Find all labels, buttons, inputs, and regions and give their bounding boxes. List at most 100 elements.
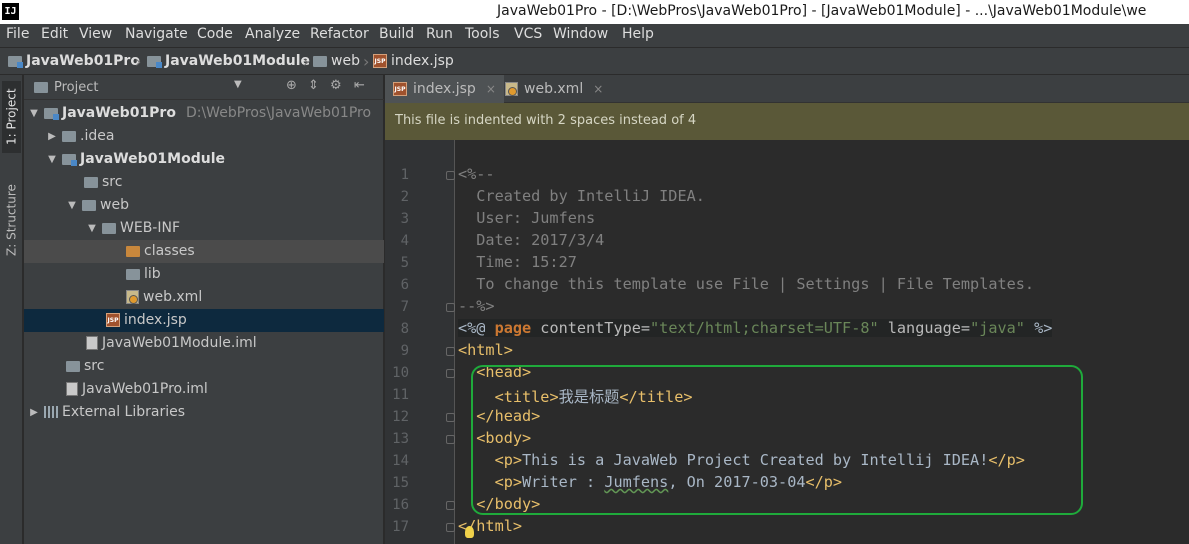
code-line-9: <html> xyxy=(458,341,513,359)
code-line-7: --%> xyxy=(458,297,495,315)
expanded-arrow-icon[interactable]: ▼ xyxy=(86,223,98,234)
tree-item-web[interactable]: ▼ web xyxy=(24,194,384,217)
menu-file[interactable]: File xyxy=(6,26,29,42)
menu-navigate[interactable]: Navigate xyxy=(125,26,188,42)
library-icon xyxy=(44,406,58,418)
menu-refactor[interactable]: Refactor xyxy=(310,26,369,42)
collapse-icon[interactable]: ⇕ xyxy=(308,78,319,93)
breadcrumb-file[interactable]: JSP index.jsp xyxy=(373,53,454,69)
xml-file-icon xyxy=(505,82,518,96)
fold-marker-icon[interactable] xyxy=(446,303,455,312)
folder-icon xyxy=(102,222,116,234)
fold-marker-icon[interactable] xyxy=(446,501,455,510)
breadcrumb-web[interactable]: web xyxy=(313,53,360,69)
collapsed-arrow-icon[interactable]: ▶ xyxy=(28,407,40,418)
line-number: 14 xyxy=(392,453,409,469)
tree-item-module-iml[interactable]: JavaWeb01Module.iml xyxy=(24,332,384,355)
jsp-file-icon: JSP xyxy=(106,313,120,327)
project-folder-icon xyxy=(8,55,23,68)
chevron-down-icon[interactable]: ▼ xyxy=(234,79,242,90)
code-line-4: Date: 2017/3/4 xyxy=(458,231,605,249)
menu-code[interactable]: Code xyxy=(197,26,233,42)
tab-web-xml[interactable]: web.xml × xyxy=(497,75,611,103)
tab-index-jsp[interactable]: JSP index.jsp × xyxy=(385,75,504,103)
fold-marker-icon[interactable] xyxy=(446,347,455,356)
project-panel: Project ▼ ⊕ ⇕ ⚙ ⇤ ▼ JavaWeb01Pro D:\WebP… xyxy=(24,75,384,544)
tree-item-lib[interactable]: lib xyxy=(24,263,384,286)
expanded-arrow-icon[interactable]: ▼ xyxy=(46,154,58,165)
iml-file-icon xyxy=(86,336,98,350)
tree-item-idea[interactable]: ▶ .idea xyxy=(24,125,384,148)
tool-tab-project[interactable]: 1: Project xyxy=(2,81,21,153)
menu-build[interactable]: Build xyxy=(379,26,414,42)
lightbulb-icon[interactable] xyxy=(465,526,474,538)
hide-icon[interactable]: ⇤ xyxy=(354,78,365,93)
iml-file-icon xyxy=(66,382,78,396)
fold-marker-icon[interactable] xyxy=(446,171,455,180)
code-line-1: <%-- xyxy=(458,165,495,183)
module-folder-icon xyxy=(147,55,162,68)
line-number: 17 xyxy=(392,519,409,535)
tree-item-project-iml[interactable]: JavaWeb01Pro.iml xyxy=(24,378,384,401)
menu-analyze[interactable]: Analyze xyxy=(245,26,300,42)
project-view-selector[interactable]: Project xyxy=(34,80,98,95)
expanded-arrow-icon[interactable]: ▼ xyxy=(28,108,40,119)
tree-item-index-jsp[interactable]: JSP index.jsp xyxy=(24,309,384,332)
window-title-bar: IJ JavaWeb01Pro - [D:\WebPros\JavaWeb01P… xyxy=(0,0,1189,24)
window-title: JavaWeb01Pro - [D:\WebPros\JavaWeb01Pro]… xyxy=(497,3,1147,19)
tree-item-web-inf[interactable]: ▼ WEB-INF xyxy=(24,217,384,240)
breadcrumb-project[interactable]: JavaWeb01Pro xyxy=(8,53,140,69)
line-number: 11 xyxy=(392,387,409,403)
code-line-2: Created by IntelliJ IDEA. xyxy=(458,187,705,205)
menu-vcs[interactable]: VCS xyxy=(514,26,542,42)
menu-bar: File Edit View Navigate Code Analyze Ref… xyxy=(0,24,1189,47)
intellij-logo-icon: IJ xyxy=(2,3,19,20)
tree-item-external-libraries[interactable]: ▶ External Libraries xyxy=(24,401,384,424)
menu-help[interactable]: Help xyxy=(622,26,654,42)
close-icon[interactable]: × xyxy=(486,82,496,96)
gear-icon[interactable]: ⚙ xyxy=(330,78,342,93)
code-line-6: To change this template use File | Setti… xyxy=(458,275,1035,293)
folder-icon xyxy=(313,55,327,67)
tree-item-module-src[interactable]: src xyxy=(24,171,384,194)
menu-edit[interactable]: Edit xyxy=(41,26,68,42)
breadcrumb-module[interactable]: JavaWeb01Module xyxy=(147,53,310,69)
code-line-8: <%@ page contentType="text/html;charset=… xyxy=(458,319,1053,337)
project-folder-icon xyxy=(44,107,59,120)
fold-marker-icon[interactable] xyxy=(446,413,455,422)
line-number: 4 xyxy=(400,233,409,249)
line-number: 16 xyxy=(392,497,409,513)
tree-item-root-project[interactable]: ▼ JavaWeb01Pro D:\WebPros\JavaWeb01Pro xyxy=(24,102,384,125)
line-number: 15 xyxy=(392,475,409,491)
line-number: 9 xyxy=(400,343,409,359)
fold-marker-icon[interactable] xyxy=(446,523,455,532)
menu-view[interactable]: View xyxy=(79,26,112,42)
fold-marker-icon[interactable] xyxy=(446,369,455,378)
folder-icon xyxy=(126,268,140,280)
close-icon[interactable]: × xyxy=(593,82,603,96)
tool-tab-structure[interactable]: Z: Structure xyxy=(2,175,21,265)
line-number: 2 xyxy=(400,189,409,205)
menu-tools[interactable]: Tools xyxy=(465,26,500,42)
highlight-annotation-box xyxy=(471,365,1083,515)
expanded-arrow-icon[interactable]: ▼ xyxy=(66,200,78,211)
tree-item-web-xml[interactable]: web.xml xyxy=(24,286,384,309)
tree-item-project-src[interactable]: src xyxy=(24,355,384,378)
target-icon[interactable]: ⊕ xyxy=(286,78,297,93)
menu-run[interactable]: Run xyxy=(426,26,453,42)
code-editor[interactable]: 1 2 3 4 5 6 7 8 9 10 11 12 13 14 15 16 1… xyxy=(385,140,1189,544)
tree-item-module[interactable]: ▼ JavaWeb01Module xyxy=(24,148,384,171)
line-number: 12 xyxy=(392,409,409,425)
line-number: 13 xyxy=(392,431,409,447)
line-number: 5 xyxy=(400,255,409,271)
xml-file-icon xyxy=(126,290,139,304)
banner-text: This file is indented with 2 spaces inst… xyxy=(395,113,697,128)
collapsed-arrow-icon[interactable]: ▶ xyxy=(46,131,58,142)
folder-icon xyxy=(62,130,76,142)
line-number: 8 xyxy=(400,321,409,337)
tree-item-classes[interactable]: classes xyxy=(24,240,384,263)
menu-window[interactable]: Window xyxy=(553,26,608,42)
code-line-5: Time: 15:27 xyxy=(458,253,577,271)
breadcrumb-separator: › xyxy=(363,52,370,71)
fold-marker-icon[interactable] xyxy=(446,435,455,444)
